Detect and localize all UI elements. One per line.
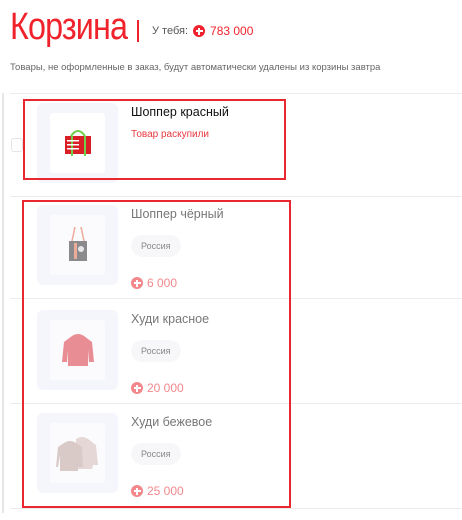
highlight-box <box>22 200 291 508</box>
divider <box>10 508 462 509</box>
divider <box>10 93 462 94</box>
page-title: Корзина <box>10 6 128 48</box>
balance-label: У тебя: <box>152 25 189 37</box>
highlight-box <box>23 99 286 180</box>
divider <box>10 196 462 197</box>
item-checkbox[interactable] <box>11 138 23 152</box>
balance: У тебя: 783 000 <box>152 24 253 38</box>
coin-icon <box>193 25 206 37</box>
cart-expiry-note: Товары, не оформленные в заказ, будут ав… <box>10 62 381 73</box>
left-border <box>2 93 4 513</box>
title-divider <box>137 20 139 42</box>
balance-value: 783 000 <box>210 24 254 38</box>
